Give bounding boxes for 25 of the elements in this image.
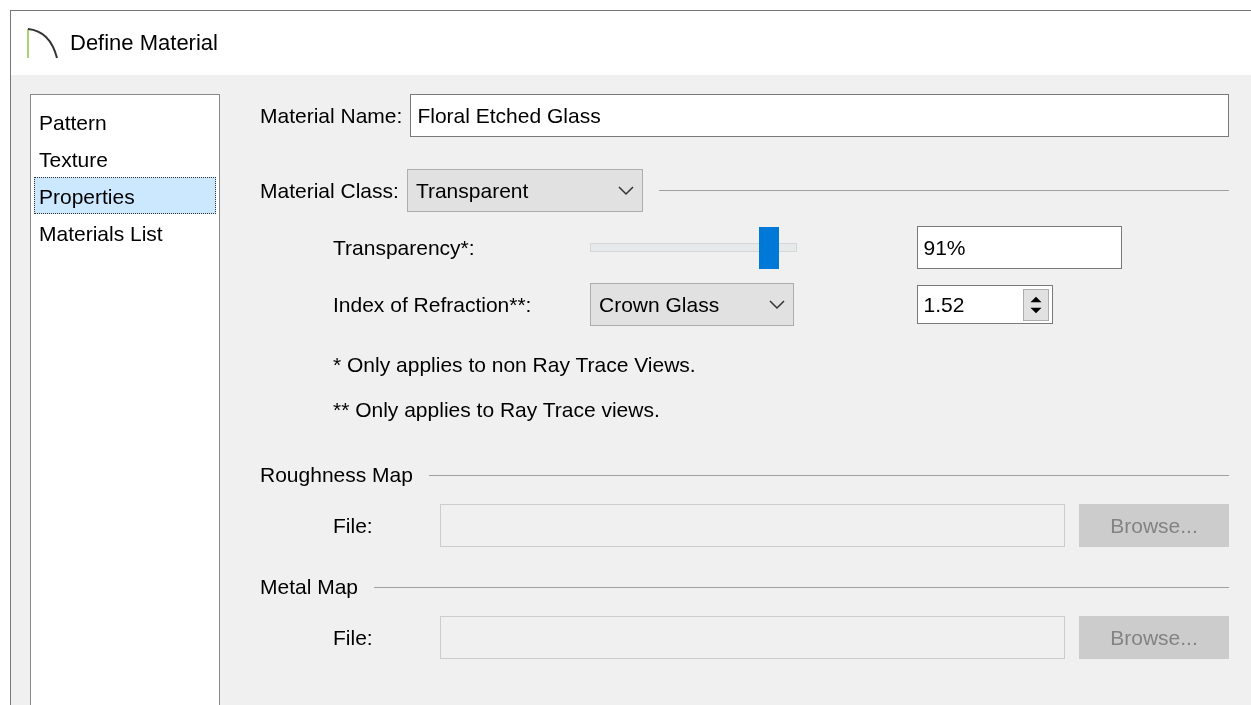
- spin-arrows-icon: [1022, 288, 1049, 321]
- chevron-down-icon: [617, 185, 634, 196]
- window-title: Define Material: [70, 30, 218, 56]
- field-label: File:: [333, 625, 374, 650]
- field-label: Transparency*:: [333, 235, 476, 260]
- arc-icon: [26, 27, 60, 59]
- chevron-down-icon: [769, 299, 785, 310]
- category-item[interactable]: Pattern: [34, 103, 216, 140]
- transparency-field[interactable]: 91%: [916, 226, 1122, 269]
- category-item[interactable]: Texture: [34, 140, 216, 177]
- field-label: Material Name:: [260, 103, 403, 128]
- category-item[interactable]: Properties: [34, 177, 216, 214]
- field-label: Material Class:: [260, 178, 399, 203]
- refraction-spinbox[interactable]: 1.52: [916, 285, 1053, 324]
- field-label: Index of Refraction**:: [333, 292, 533, 317]
- slider-thumb[interactable]: [759, 227, 780, 269]
- name-field[interactable]: Floral Etched Glass: [410, 94, 1229, 137]
- refraction-dropdown[interactable]: Crown Glass: [590, 283, 794, 326]
- field-label: File:: [333, 513, 374, 538]
- footnote: ** Only applies to Ray Trace views.: [332, 397, 661, 423]
- class-dropdown[interactable]: Transparent: [406, 169, 643, 212]
- footnote: * Only applies to non Ray Trace Views.: [332, 352, 697, 378]
- category-item[interactable]: Materials List: [34, 214, 216, 251]
- section-title: Metal Map: [260, 575, 359, 599]
- section-title: Roughness Map: [260, 463, 413, 487]
